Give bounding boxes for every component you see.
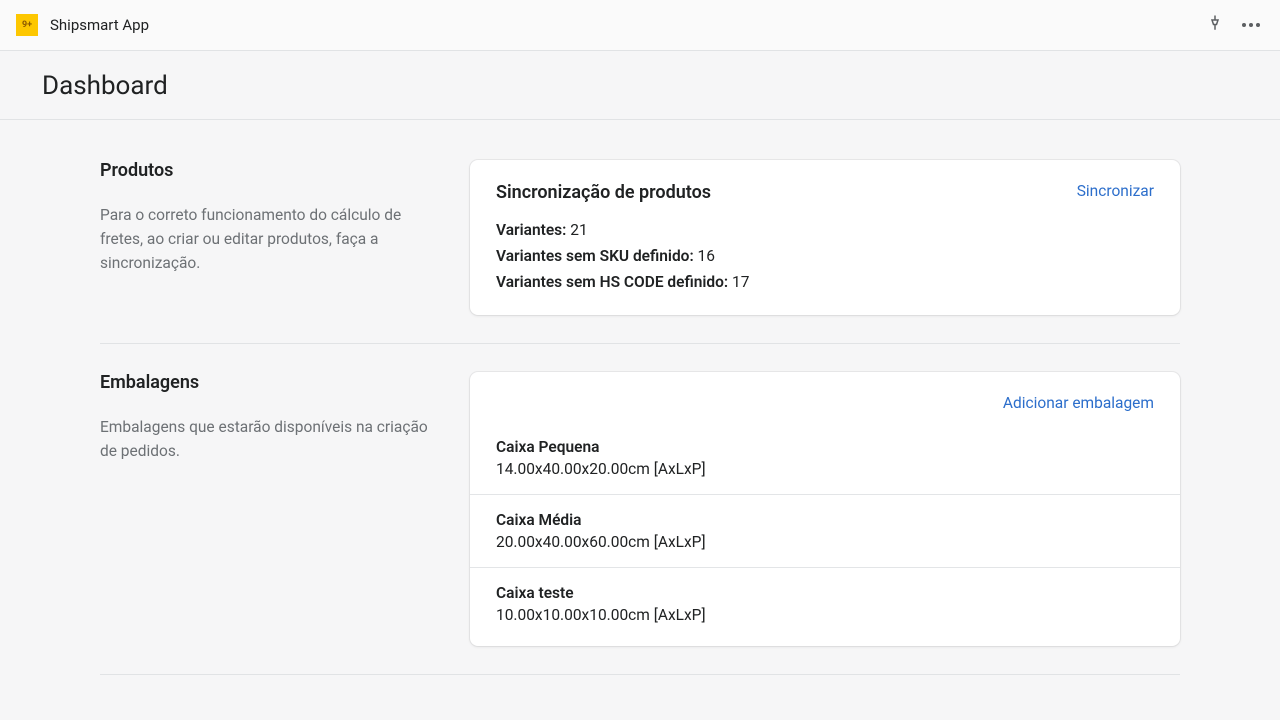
packaging-info: Embalagens Embalagens que estarão dispon… xyxy=(100,372,470,646)
sub-header: Dashboard xyxy=(0,51,1280,120)
more-icon[interactable] xyxy=(1236,17,1266,33)
add-packaging-button[interactable]: Adicionar embalagem xyxy=(1003,394,1154,412)
packaging-item-name: Caixa Média xyxy=(496,511,1154,529)
packaging-item-name: Caixa Pequena xyxy=(496,438,1154,456)
packaging-item-dims: 14.00x40.00x20.00cm [AxLxP] xyxy=(496,460,1154,478)
no-sku-stat: Variantes sem SKU definido: 16 xyxy=(496,247,1154,265)
products-card-header: Sincronização de produtos Sincronizar xyxy=(470,160,1180,203)
packaging-section: Embalagens Embalagens que estarão dispon… xyxy=(100,344,1180,675)
products-description: Para o correto funcionamento do cálculo … xyxy=(100,203,430,275)
products-heading: Produtos xyxy=(100,160,430,181)
variants-value: 21 xyxy=(570,221,587,239)
packaging-item-dims: 20.00x40.00x60.00cm [AxLxP] xyxy=(496,533,1154,551)
products-section: Produtos Para o correto funcionamento do… xyxy=(100,120,1180,344)
packaging-item[interactable]: Caixa teste 10.00x10.00x10.00cm [AxLxP] xyxy=(470,568,1180,646)
app-title: Shipsmart App xyxy=(50,16,149,34)
no-hs-label: Variantes sem HS CODE definido: xyxy=(496,273,728,291)
page-title: Dashboard xyxy=(42,71,1238,101)
packaging-item[interactable]: Caixa Pequena 14.00x40.00x20.00cm [AxLxP… xyxy=(470,422,1180,495)
products-sync-card: Sincronização de produtos Sincronizar Va… xyxy=(470,160,1180,315)
sync-button[interactable]: Sincronizar xyxy=(1077,182,1154,200)
variants-stat: Variantes: 21 xyxy=(496,221,1154,239)
content-area: Produtos Para o correto funcionamento do… xyxy=(0,120,1280,716)
products-card-title: Sincronização de produtos xyxy=(496,182,711,203)
topbar-actions xyxy=(1204,12,1266,38)
packaging-card: Adicionar embalagem Caixa Pequena 14.00x… xyxy=(470,372,1180,646)
variants-label: Variantes: xyxy=(496,221,566,239)
no-hs-stat: Variantes sem HS CODE definido: 17 xyxy=(496,273,1154,291)
no-sku-label: Variantes sem SKU definido: xyxy=(496,247,694,265)
top-bar: 9+ Shipsmart App xyxy=(0,0,1280,51)
packaging-heading: Embalagens xyxy=(100,372,430,393)
no-sku-value: 16 xyxy=(698,247,715,265)
packaging-card-header: Adicionar embalagem xyxy=(470,372,1180,422)
packaging-item[interactable]: Caixa Média 20.00x40.00x60.00cm [AxLxP] xyxy=(470,495,1180,568)
products-card-body: Variantes: 21 Variantes sem SKU definido… xyxy=(470,203,1180,315)
app-icon: 9+ xyxy=(16,14,38,36)
packaging-item-name: Caixa teste xyxy=(496,584,1154,602)
packaging-item-dims: 10.00x10.00x10.00cm [AxLxP] xyxy=(496,606,1154,624)
no-hs-value: 17 xyxy=(732,273,749,291)
packaging-description: Embalagens que estarão disponíveis na cr… xyxy=(100,415,430,463)
products-info: Produtos Para o correto funcionamento do… xyxy=(100,160,470,315)
pin-icon[interactable] xyxy=(1204,12,1226,38)
